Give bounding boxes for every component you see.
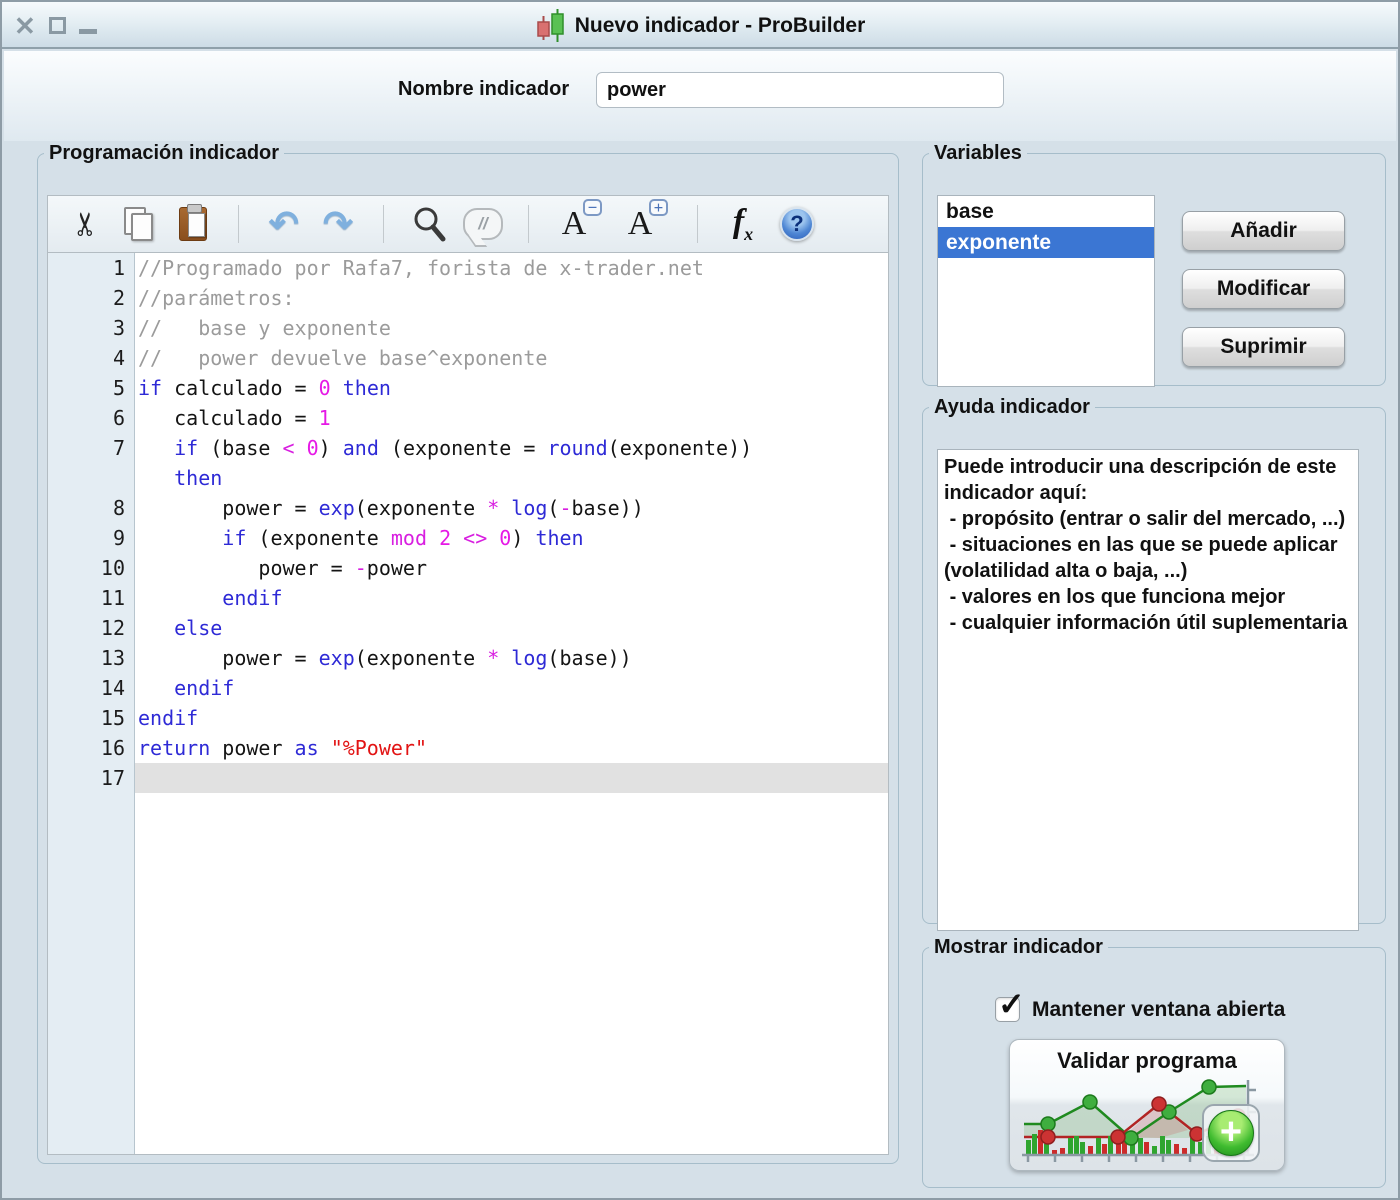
code-line[interactable]: else <box>135 613 888 643</box>
line-number: 7 <box>48 433 134 463</box>
delete-variable-button[interactable]: Suprimir <box>1182 327 1345 367</box>
line-number: 10 <box>48 553 134 583</box>
code-line[interactable]: power = exp(exponente * log(-base)) <box>135 493 888 523</box>
line-number: 6 <box>48 403 134 433</box>
line-number: 14 <box>48 673 134 703</box>
validate-program-button[interactable]: Validar programa <box>1009 1039 1285 1171</box>
redo-icon: ↷ <box>323 206 353 242</box>
show-indicator-panel-legend: Mostrar indicador <box>929 936 1108 959</box>
show-indicator-panel: Mostrar indicador ✓ Mantener ventana abi… <box>922 936 1386 1188</box>
variables-list[interactable]: baseexponente <box>937 195 1155 387</box>
window-title: Nuevo indicador - ProBuilder <box>575 14 866 38</box>
function-icon: fx <box>733 203 753 245</box>
candlestick-icon <box>535 8 567 44</box>
indicator-name-input[interactable] <box>596 72 1004 108</box>
line-number: 12 <box>48 613 134 643</box>
line-number: 13 <box>48 643 134 673</box>
title-bar: ✕ Nuevo indicador - ProBuilder <box>2 2 1398 49</box>
code-line[interactable]: endif <box>135 703 888 733</box>
code-line[interactable]: power = exp(exponente * log(base)) <box>135 643 888 673</box>
line-number <box>48 463 134 493</box>
code-line[interactable]: power = -power <box>135 553 888 583</box>
comment-icon: // <box>463 208 503 240</box>
code-area[interactable]: //Programado por Rafa7, forista de x-tra… <box>135 253 888 1154</box>
line-number: 17 <box>48 763 134 793</box>
line-number: 9 <box>48 523 134 553</box>
variable-list-item[interactable]: exponente <box>938 227 1154 258</box>
validate-program-label: Validar programa <box>1010 1048 1284 1074</box>
help-icon: ? <box>780 207 814 241</box>
code-line[interactable]: //parámetros: <box>135 283 888 313</box>
probuilder-window: ✕ Nuevo indicador - ProBuilder Nombre in… <box>0 0 1400 1200</box>
code-line[interactable]: endif <box>135 673 888 703</box>
toolbar-divider <box>528 205 529 243</box>
toolbar-divider <box>383 205 384 243</box>
code-line[interactable]: then <box>135 463 888 493</box>
cut-button[interactable]: ✂ <box>64 201 106 247</box>
font-decrease-icon: A− <box>562 207 587 241</box>
code-editor[interactable]: 1234567891011121314151617 //Programado p… <box>47 253 889 1155</box>
program-panel: Programación indicador ✂ ↶ ↷ // <box>37 142 899 1164</box>
plus-icon: + <box>1208 1110 1254 1156</box>
paste-button[interactable] <box>172 201 214 247</box>
code-line[interactable]: return power as "%Power" <box>135 733 888 763</box>
variables-panel-legend: Variables <box>929 142 1027 165</box>
line-number: 2 <box>48 283 134 313</box>
toolbar-divider <box>697 205 698 243</box>
program-panel-legend: Programación indicador <box>44 142 284 165</box>
code-line-current[interactable] <box>135 763 888 793</box>
font-decrease-button[interactable]: A− <box>553 201 595 247</box>
copy-button[interactable] <box>118 201 160 247</box>
code-line[interactable]: if (exponente mod 2 <> 0) then <box>135 523 888 553</box>
line-number: 4 <box>48 343 134 373</box>
font-increase-icon: A+ <box>628 207 653 241</box>
cut-icon: ✂ <box>69 211 101 238</box>
copy-icon <box>124 207 154 241</box>
code-line[interactable]: if (base < 0) and (exponente = round(exp… <box>135 433 888 463</box>
code-line[interactable]: // base y exponente <box>135 313 888 343</box>
add-indicator-badge: + <box>1202 1104 1260 1162</box>
line-number: 15 <box>48 703 134 733</box>
line-number: 5 <box>48 373 134 403</box>
help-panel: Ayuda indicador Puede introducir una des… <box>922 396 1386 924</box>
paste-icon <box>179 207 207 241</box>
variables-panel: Variables baseexponente Añadir Modificar… <box>922 142 1386 386</box>
code-line[interactable]: calculado = 1 <box>135 403 888 433</box>
add-variable-button[interactable]: Añadir <box>1182 211 1345 251</box>
undo-button[interactable]: ↶ <box>263 201 305 247</box>
line-number: 8 <box>48 493 134 523</box>
help-panel-legend: Ayuda indicador <box>929 396 1095 419</box>
comment-button[interactable]: // <box>462 201 504 247</box>
code-line[interactable]: if calculado = 0 then <box>135 373 888 403</box>
line-number: 11 <box>48 583 134 613</box>
keep-window-open-checkbox[interactable]: ✓ <box>995 997 1020 1022</box>
code-line[interactable]: // power devuelve base^exponente <box>135 343 888 373</box>
line-number: 3 <box>48 313 134 343</box>
line-number: 1 <box>48 253 134 283</box>
line-number-gutter: 1234567891011121314151617 <box>48 253 135 1154</box>
variable-list-item[interactable]: base <box>938 196 1154 227</box>
search-icon <box>412 206 446 242</box>
toolbar-divider <box>238 205 239 243</box>
modify-variable-button[interactable]: Modificar <box>1182 269 1345 309</box>
undo-icon: ↶ <box>269 206 299 242</box>
editor-toolbar: ✂ ↶ ↷ // A− <box>47 195 889 253</box>
help-button[interactable]: ? <box>776 201 818 247</box>
code-line[interactable]: //Programado por Rafa7, forista de x-tra… <box>135 253 888 283</box>
search-button[interactable] <box>408 201 450 247</box>
help-description-textarea[interactable]: Puede introducir una descripción de este… <box>937 449 1359 931</box>
redo-button[interactable]: ↷ <box>317 201 359 247</box>
line-number: 16 <box>48 733 134 763</box>
keep-window-open-label: Mantener ventana abierta <box>1032 998 1285 1022</box>
checkmark-icon: ✓ <box>998 985 1025 1023</box>
font-increase-button[interactable]: A+ <box>619 201 661 247</box>
insert-function-button[interactable]: fx <box>722 201 764 247</box>
indicator-name-label: Nombre indicador <box>398 78 569 101</box>
code-line[interactable]: endif <box>135 583 888 613</box>
